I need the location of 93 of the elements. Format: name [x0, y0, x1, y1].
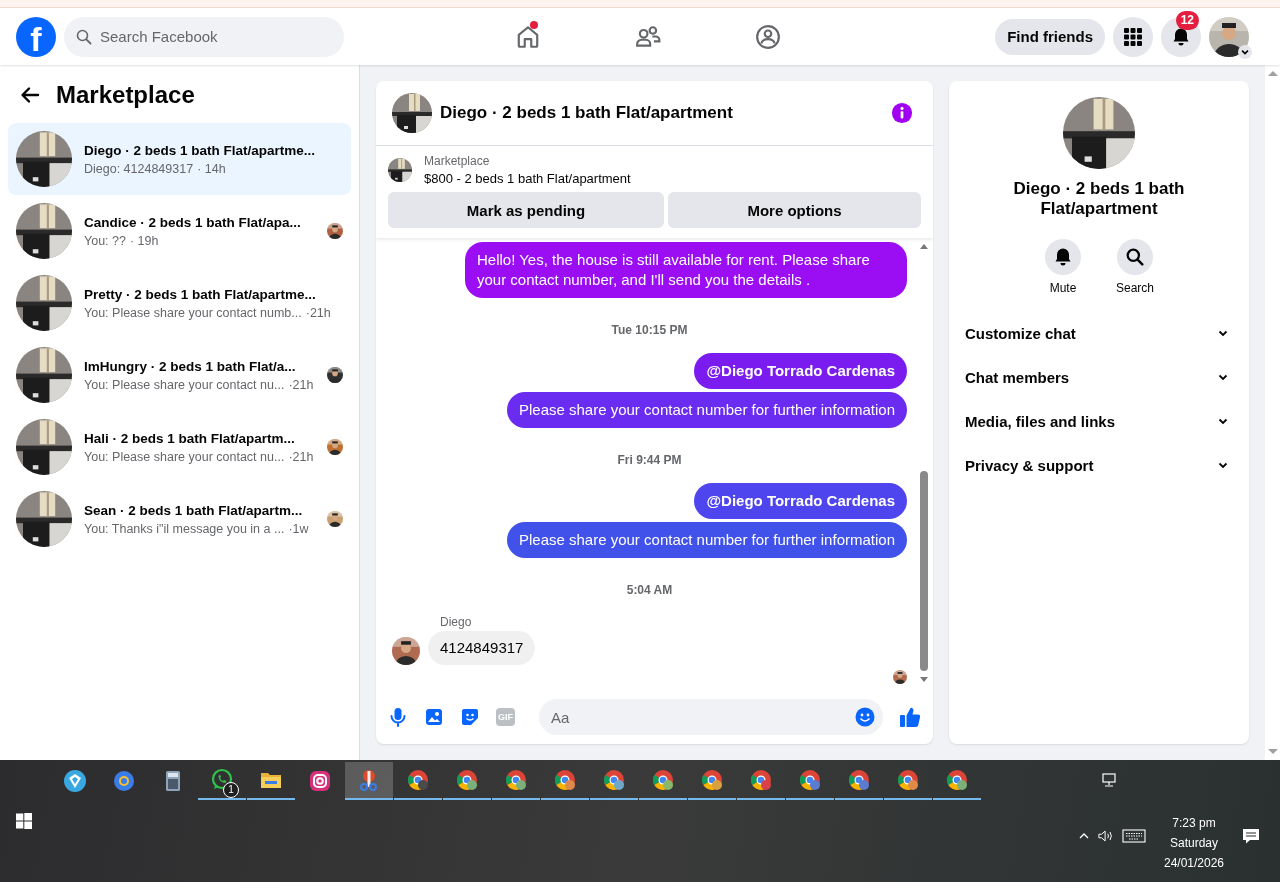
bell-icon — [1171, 26, 1191, 47]
conversation-title: Diego · 2 beds 1 bath Flat/apartme... — [84, 142, 317, 158]
menu-button[interactable] — [1113, 16, 1153, 57]
instagram-icon — [308, 769, 332, 793]
facebook-logo[interactable]: f — [16, 16, 56, 57]
browser-icon — [112, 769, 136, 793]
message-field[interactable]: Aa — [539, 699, 883, 735]
sent-message: @Diego Torrado Cardenas — [694, 483, 907, 519]
chrome-icon — [651, 768, 675, 792]
chrome-icon — [553, 768, 577, 792]
chrome-icon — [406, 768, 430, 792]
page-scrollbar[interactable] — [1265, 65, 1280, 760]
conversation-title: Candice · 2 beds 1 bath Flat/apa... — [84, 214, 302, 230]
keyboard-icon[interactable] — [1122, 829, 1146, 843]
message-time: ·21h — [288, 377, 314, 392]
message-preview: You: Thanks i"il message you in a ... — [84, 521, 285, 536]
store-icon — [63, 769, 87, 793]
clock[interactable]: 7:23 pm Saturday 24/01/2026 — [1154, 816, 1234, 870]
mute-button[interactable]: Mute — [1039, 239, 1087, 295]
details-section[interactable]: Media, files and links — [957, 399, 1241, 443]
chrome-icon — [602, 768, 626, 792]
chrome-icon — [896, 768, 920, 792]
search-button[interactable]: Search — [1111, 239, 1159, 295]
sent-message: @Diego Torrado Cardenas — [694, 353, 907, 389]
details-section[interactable]: Customize chat — [957, 311, 1241, 355]
conversation-title: Pretty · 2 beds 1 bath Flat/apartme... — [84, 286, 317, 302]
conversation-item[interactable]: Pretty · 2 beds 1 bath Flat/apartme... You: Please share your contact numb... ·21h — [8, 267, 351, 339]
network-icon[interactable] — [1101, 772, 1117, 788]
received-message: 4124849317 — [428, 631, 536, 665]
chrome-icon — [749, 768, 773, 792]
details-section[interactable]: Chat members — [957, 355, 1241, 399]
caret-icon[interactable] — [1238, 44, 1252, 59]
whatsapp-icon — [210, 768, 234, 792]
message-time: ·21h — [305, 305, 331, 320]
home-icon — [515, 23, 541, 50]
image-icon[interactable] — [424, 707, 444, 727]
sent-message: Hello! Yes, the house is still available for rent. Please share your contact number, and I'll send you the details . — [465, 242, 907, 298]
back-arrow-icon[interactable] — [20, 85, 40, 105]
notification-center-icon[interactable] — [1242, 827, 1260, 845]
message-preview: Diego: 4124849317 — [84, 161, 194, 176]
search-field[interactable]: Search Facebook — [64, 16, 344, 57]
listing-name[interactable]: $800 - 2 beds 1 bath Flat/apartment — [424, 171, 631, 186]
info-icon[interactable] — [891, 102, 913, 124]
conversation-item[interactable]: Hali · 2 beds 1 bath Flat/apartm... You: Please share your contact nu... ·21h — [8, 411, 351, 483]
details-section[interactable]: Privacy & support — [957, 443, 1241, 487]
conversation-title: Hali · 2 beds 1 bath Flat/apartm... — [84, 430, 296, 446]
chrome-icon — [455, 768, 479, 792]
sticker-icon[interactable] — [460, 707, 480, 727]
search-icon — [76, 28, 92, 45]
message-preview: You: Please share your contact nu... — [84, 377, 285, 392]
message-preview: You: Please share your contact nu... — [84, 449, 285, 464]
message-time: ·21h — [288, 449, 314, 464]
conversation-item[interactable]: Sean · 2 beds 1 bath Flat/apartm... You: Thanks i"il message you in a ... ·1w — [8, 483, 351, 555]
sidebar-title: Marketplace — [56, 81, 195, 109]
message-preview: You: ?? — [84, 233, 126, 248]
message-time: · 19h — [129, 233, 159, 248]
conversation-item[interactable]: ImHungry · 2 beds 1 bath Flat/a... You: Please share your contact nu... ·21h — [8, 339, 351, 411]
group-icon — [755, 23, 781, 50]
message-time: · 14h — [197, 161, 226, 176]
conversation-title: ImHungry · 2 beds 1 bath Flat/a... — [84, 358, 297, 374]
sender-name: Diego — [440, 615, 473, 629]
whatsapp-taskbar-button[interactable]: 1 — [198, 762, 246, 800]
bell-icon — [1053, 247, 1073, 267]
message-timestamp: Tue 10:15 PM — [611, 323, 688, 337]
message-time: ·1w — [288, 521, 309, 536]
details-title: Diego · 2 beds 1 bath Flat/apartment — [1012, 179, 1186, 219]
chrome-icon — [700, 768, 724, 792]
speaker-icon[interactable] — [1098, 828, 1114, 844]
chrome-icon — [504, 768, 528, 792]
chrome-icon — [945, 768, 969, 792]
chrome-icon — [798, 768, 822, 792]
conversation-item[interactable]: Diego · 2 beds 1 bath Flat/apartme... Diego: 4124849317 · 14h — [8, 123, 351, 195]
conversation-title: Sean · 2 beds 1 bath Flat/apartm... — [84, 502, 304, 518]
search-icon — [1126, 248, 1144, 266]
sent-message: Please share your contact number for further information — [506, 392, 907, 428]
find-friends-button[interactable]: Find friends — [995, 18, 1105, 55]
emoji-icon[interactable] — [855, 707, 875, 727]
chat-title: Diego · 2 beds 1 bath Flat/apartment — [440, 103, 734, 123]
sent-message: Please share your contact number for further information — [506, 522, 907, 558]
thumbs-up-icon[interactable] — [899, 706, 921, 728]
message-timestamp: 5:04 AM — [626, 583, 673, 597]
microphone-icon[interactable] — [388, 707, 408, 727]
people-icon — [635, 23, 661, 50]
message-preview: You: Please share your contact numb... — [84, 305, 302, 320]
listing-label: Marketplace — [424, 154, 491, 168]
grid-icon — [1124, 27, 1142, 46]
listing-action-button[interactable]: More options — [668, 192, 921, 228]
windows-start-icon[interactable] — [16, 813, 32, 829]
conversation-item[interactable]: Candice · 2 beds 1 bath Flat/apa... You: ?? · 19h — [8, 195, 351, 267]
message-timestamp: Fri 9:44 PM — [617, 453, 682, 467]
notification-badge: 12 — [1175, 10, 1199, 30]
listing-action-button[interactable]: Mark as pending — [388, 192, 664, 228]
chrome-icon — [847, 768, 871, 792]
